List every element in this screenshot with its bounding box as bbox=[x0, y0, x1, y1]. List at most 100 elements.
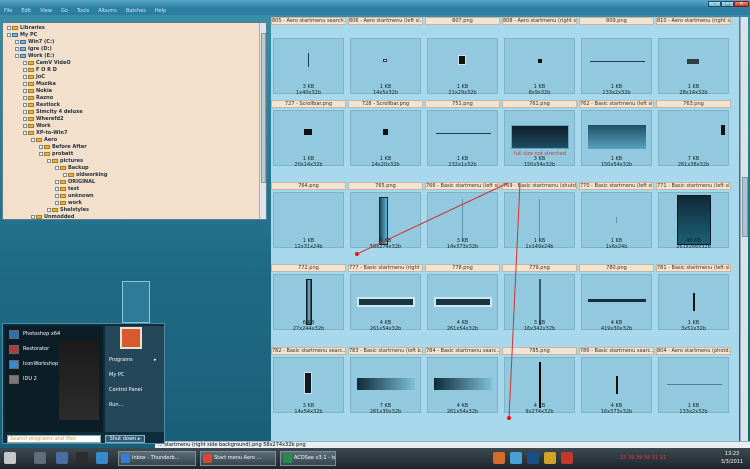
security-icon[interactable] bbox=[527, 452, 539, 464]
close-button[interactable]: ✕ bbox=[734, 1, 749, 7]
thumbnail-cell[interactable]: 780.png 4 KB 419x30x32b bbox=[579, 264, 654, 348]
tree-item[interactable]: Backup bbox=[55, 165, 89, 171]
show-desktop-icon[interactable] bbox=[34, 452, 46, 464]
tree-item[interactable]: Igre (D:) bbox=[15, 46, 52, 52]
menu-item[interactable]: Edit bbox=[21, 8, 31, 15]
thumbnail-cell[interactable]: 766 - Basic startmenu (left si... 3 KB 14x… bbox=[425, 182, 500, 266]
tree-item[interactable]: F O R D bbox=[23, 67, 57, 73]
thumbnail-cell[interactable]: 727 - Scrollbar.png 1 KB 20x14x32b bbox=[271, 100, 346, 184]
expand-toggle-icon[interactable] bbox=[23, 109, 27, 114]
tree-item[interactable]: Nokia bbox=[23, 88, 52, 94]
menu-item[interactable]: Albums bbox=[98, 8, 117, 15]
search-input[interactable]: Search programs and files bbox=[7, 435, 101, 443]
tree-item[interactable]: Simcity 4 deluxe bbox=[23, 109, 83, 115]
minimize-button[interactable]: – bbox=[708, 1, 721, 7]
thumbnail-cell[interactable]: 761.png 3 KB 150x54x32b bbox=[502, 100, 577, 184]
network-icon[interactable] bbox=[510, 452, 522, 464]
mypc-link[interactable]: My PC bbox=[109, 372, 124, 378]
control-panel-link[interactable]: Control Panel bbox=[109, 387, 142, 393]
thumbnail-cell[interactable]: 771 - Basic startmenu (left si... 48 KB 26… bbox=[656, 182, 731, 266]
expand-toggle-icon[interactable] bbox=[15, 39, 19, 44]
tree-item[interactable]: CamV VideO bbox=[23, 60, 71, 66]
folder-tree[interactable]: Libraries My PC Win7 (C:) Igre (D:) Work (E:… bbox=[2, 22, 267, 220]
user-avatar[interactable] bbox=[120, 327, 142, 349]
expand-toggle-icon[interactable] bbox=[47, 158, 51, 163]
tree-item[interactable]: Work (E:) bbox=[15, 53, 54, 59]
thumbnail-cell[interactable]: 762 - Basic startmenu (left si... 1 KB 150… bbox=[579, 100, 654, 184]
expand-toggle-icon[interactable] bbox=[55, 186, 59, 191]
thumbnail-cell[interactable]: 778.png 4 KB 261x54x32b bbox=[425, 264, 500, 348]
taskbar-window-button[interactable]: Inbox - Thunderb... bbox=[118, 451, 196, 466]
thumbnail-cell[interactable]: 783 - Basic startmenu (left b... 7 KB 261x… bbox=[348, 347, 423, 431]
tree-item[interactable]: My PC bbox=[7, 32, 37, 38]
tree-item[interactable]: test bbox=[55, 186, 79, 192]
expand-toggle-icon[interactable] bbox=[23, 67, 27, 72]
media-icon[interactable] bbox=[96, 452, 108, 464]
shutdown-button[interactable]: Shut down ▸ bbox=[105, 435, 145, 443]
thumbnail-cell[interactable]: 805 - Aero startmenu search... bbox=[271, 17, 346, 101]
expand-toggle-icon[interactable] bbox=[31, 214, 35, 219]
thumbnail-scroll-thumb[interactable] bbox=[742, 177, 748, 237]
antivirus-icon[interactable] bbox=[561, 452, 573, 464]
system-clock[interactable]: 13:23 3/3/2011 bbox=[716, 450, 748, 466]
thumbnail-cell[interactable]: 772.png 6 KB 27x244x32b bbox=[271, 264, 346, 348]
menu-item[interactable]: Go bbox=[61, 8, 68, 15]
thumbnail-cell[interactable]: 769 - Basic startmenu (shutd... 1 KB 1x149… bbox=[502, 182, 577, 266]
tree-item[interactable]: Libraries bbox=[7, 25, 45, 31]
expand-toggle-icon[interactable] bbox=[31, 137, 35, 142]
expand-toggle-icon[interactable] bbox=[55, 200, 59, 205]
tree-item[interactable]: JoC bbox=[23, 74, 45, 80]
menu-item[interactable]: Batches bbox=[126, 8, 146, 15]
tree-item[interactable]: pictures bbox=[47, 158, 83, 164]
thumbnail-cell[interactable]: 808 - Aero startmenu (right s... bbox=[502, 17, 577, 101]
expand-toggle-icon[interactable] bbox=[55, 165, 59, 170]
tree-item[interactable]: XP-to-Win7 bbox=[23, 130, 67, 136]
thumbnail-scrollbar[interactable] bbox=[740, 17, 748, 441]
expand-toggle-icon[interactable] bbox=[7, 25, 11, 30]
tree-item[interactable]: Wherefd2 bbox=[23, 116, 64, 122]
expand-toggle-icon[interactable] bbox=[15, 53, 19, 58]
thumbnail-cell[interactable]: 785.png 4 KB 9x274x32b bbox=[502, 347, 577, 431]
folder-tree-scrollbar[interactable] bbox=[259, 23, 266, 219]
archive-icon[interactable] bbox=[544, 452, 556, 464]
firefox-icon[interactable] bbox=[493, 452, 505, 464]
expand-toggle-icon[interactable] bbox=[23, 74, 27, 79]
thumbnail-grid[interactable]: 643.png644.png681 - file menu bar border… bbox=[271, 17, 739, 441]
thumbnail-cell[interactable]: 806 - Aero startmenu (left si... bbox=[348, 17, 423, 101]
expand-toggle-icon[interactable] bbox=[55, 193, 59, 198]
expand-toggle-icon[interactable] bbox=[39, 144, 43, 149]
expand-toggle-icon[interactable] bbox=[55, 179, 59, 184]
menu-item[interactable]: File bbox=[4, 8, 12, 15]
maximize-button[interactable]: □ bbox=[721, 1, 734, 7]
thumbnail-cell[interactable]: 751.png 1 KB 232x1x32b bbox=[425, 100, 500, 184]
expand-toggle-icon[interactable] bbox=[63, 172, 67, 177]
expand-toggle-icon[interactable] bbox=[23, 81, 27, 86]
expand-toggle-icon[interactable] bbox=[7, 32, 11, 37]
tree-item[interactable]: probatt bbox=[39, 151, 73, 157]
expand-toggle-icon[interactable] bbox=[47, 207, 51, 212]
run-link[interactable]: Run... bbox=[109, 402, 123, 408]
programs-link[interactable]: Programs bbox=[109, 357, 133, 363]
taskbar-window-button[interactable]: Start menu Aero ... bbox=[200, 451, 276, 466]
expand-toggle-icon[interactable] bbox=[23, 130, 27, 135]
thumbnail-cell[interactable]: 779.png 3 KB 16x342x32b bbox=[502, 264, 577, 348]
expand-toggle-icon[interactable] bbox=[23, 116, 27, 121]
tree-item[interactable]: Aero bbox=[31, 137, 57, 143]
tree-item[interactable]: Muzika bbox=[23, 81, 56, 87]
tree-item[interactable]: ORIGINAL bbox=[55, 179, 95, 185]
tree-item[interactable]: oldworking bbox=[63, 172, 107, 178]
thumbnail-cell[interactable]: 810 - Aero startmenu (right si... bbox=[656, 17, 731, 101]
thumbnail-cell[interactable]: 804 - Aero startmenu (photd... 1 KB 133x2x… bbox=[656, 347, 731, 431]
thumbnail-cell[interactable]: 781 - Basic startmenu (left si... 1 KB 3x5… bbox=[656, 264, 731, 348]
tree-item[interactable]: unknown bbox=[55, 193, 94, 199]
expand-toggle-icon[interactable] bbox=[15, 46, 19, 51]
thumbnail-cell[interactable]: 728 - Scrollbar.png 1 KB 14x20x32b bbox=[348, 100, 423, 184]
tree-item[interactable]: Razno bbox=[23, 95, 53, 101]
thumbnail-cell[interactable]: 807.png bbox=[425, 17, 500, 101]
thumbnail-cell[interactable]: 784 - Basic startmenu searc... 4 KB 261x54… bbox=[425, 347, 500, 431]
thumbnail-cell[interactable]: 764.png 1 KB 12x31x24b bbox=[271, 182, 346, 266]
thumbnail-cell[interactable]: 765.png 5 KB 58x274x32b bbox=[348, 182, 423, 266]
folder-tree-scroll-thumb[interactable] bbox=[261, 33, 266, 183]
tree-item[interactable]: Before After bbox=[39, 144, 87, 150]
menu-item[interactable]: Tools bbox=[77, 8, 89, 15]
